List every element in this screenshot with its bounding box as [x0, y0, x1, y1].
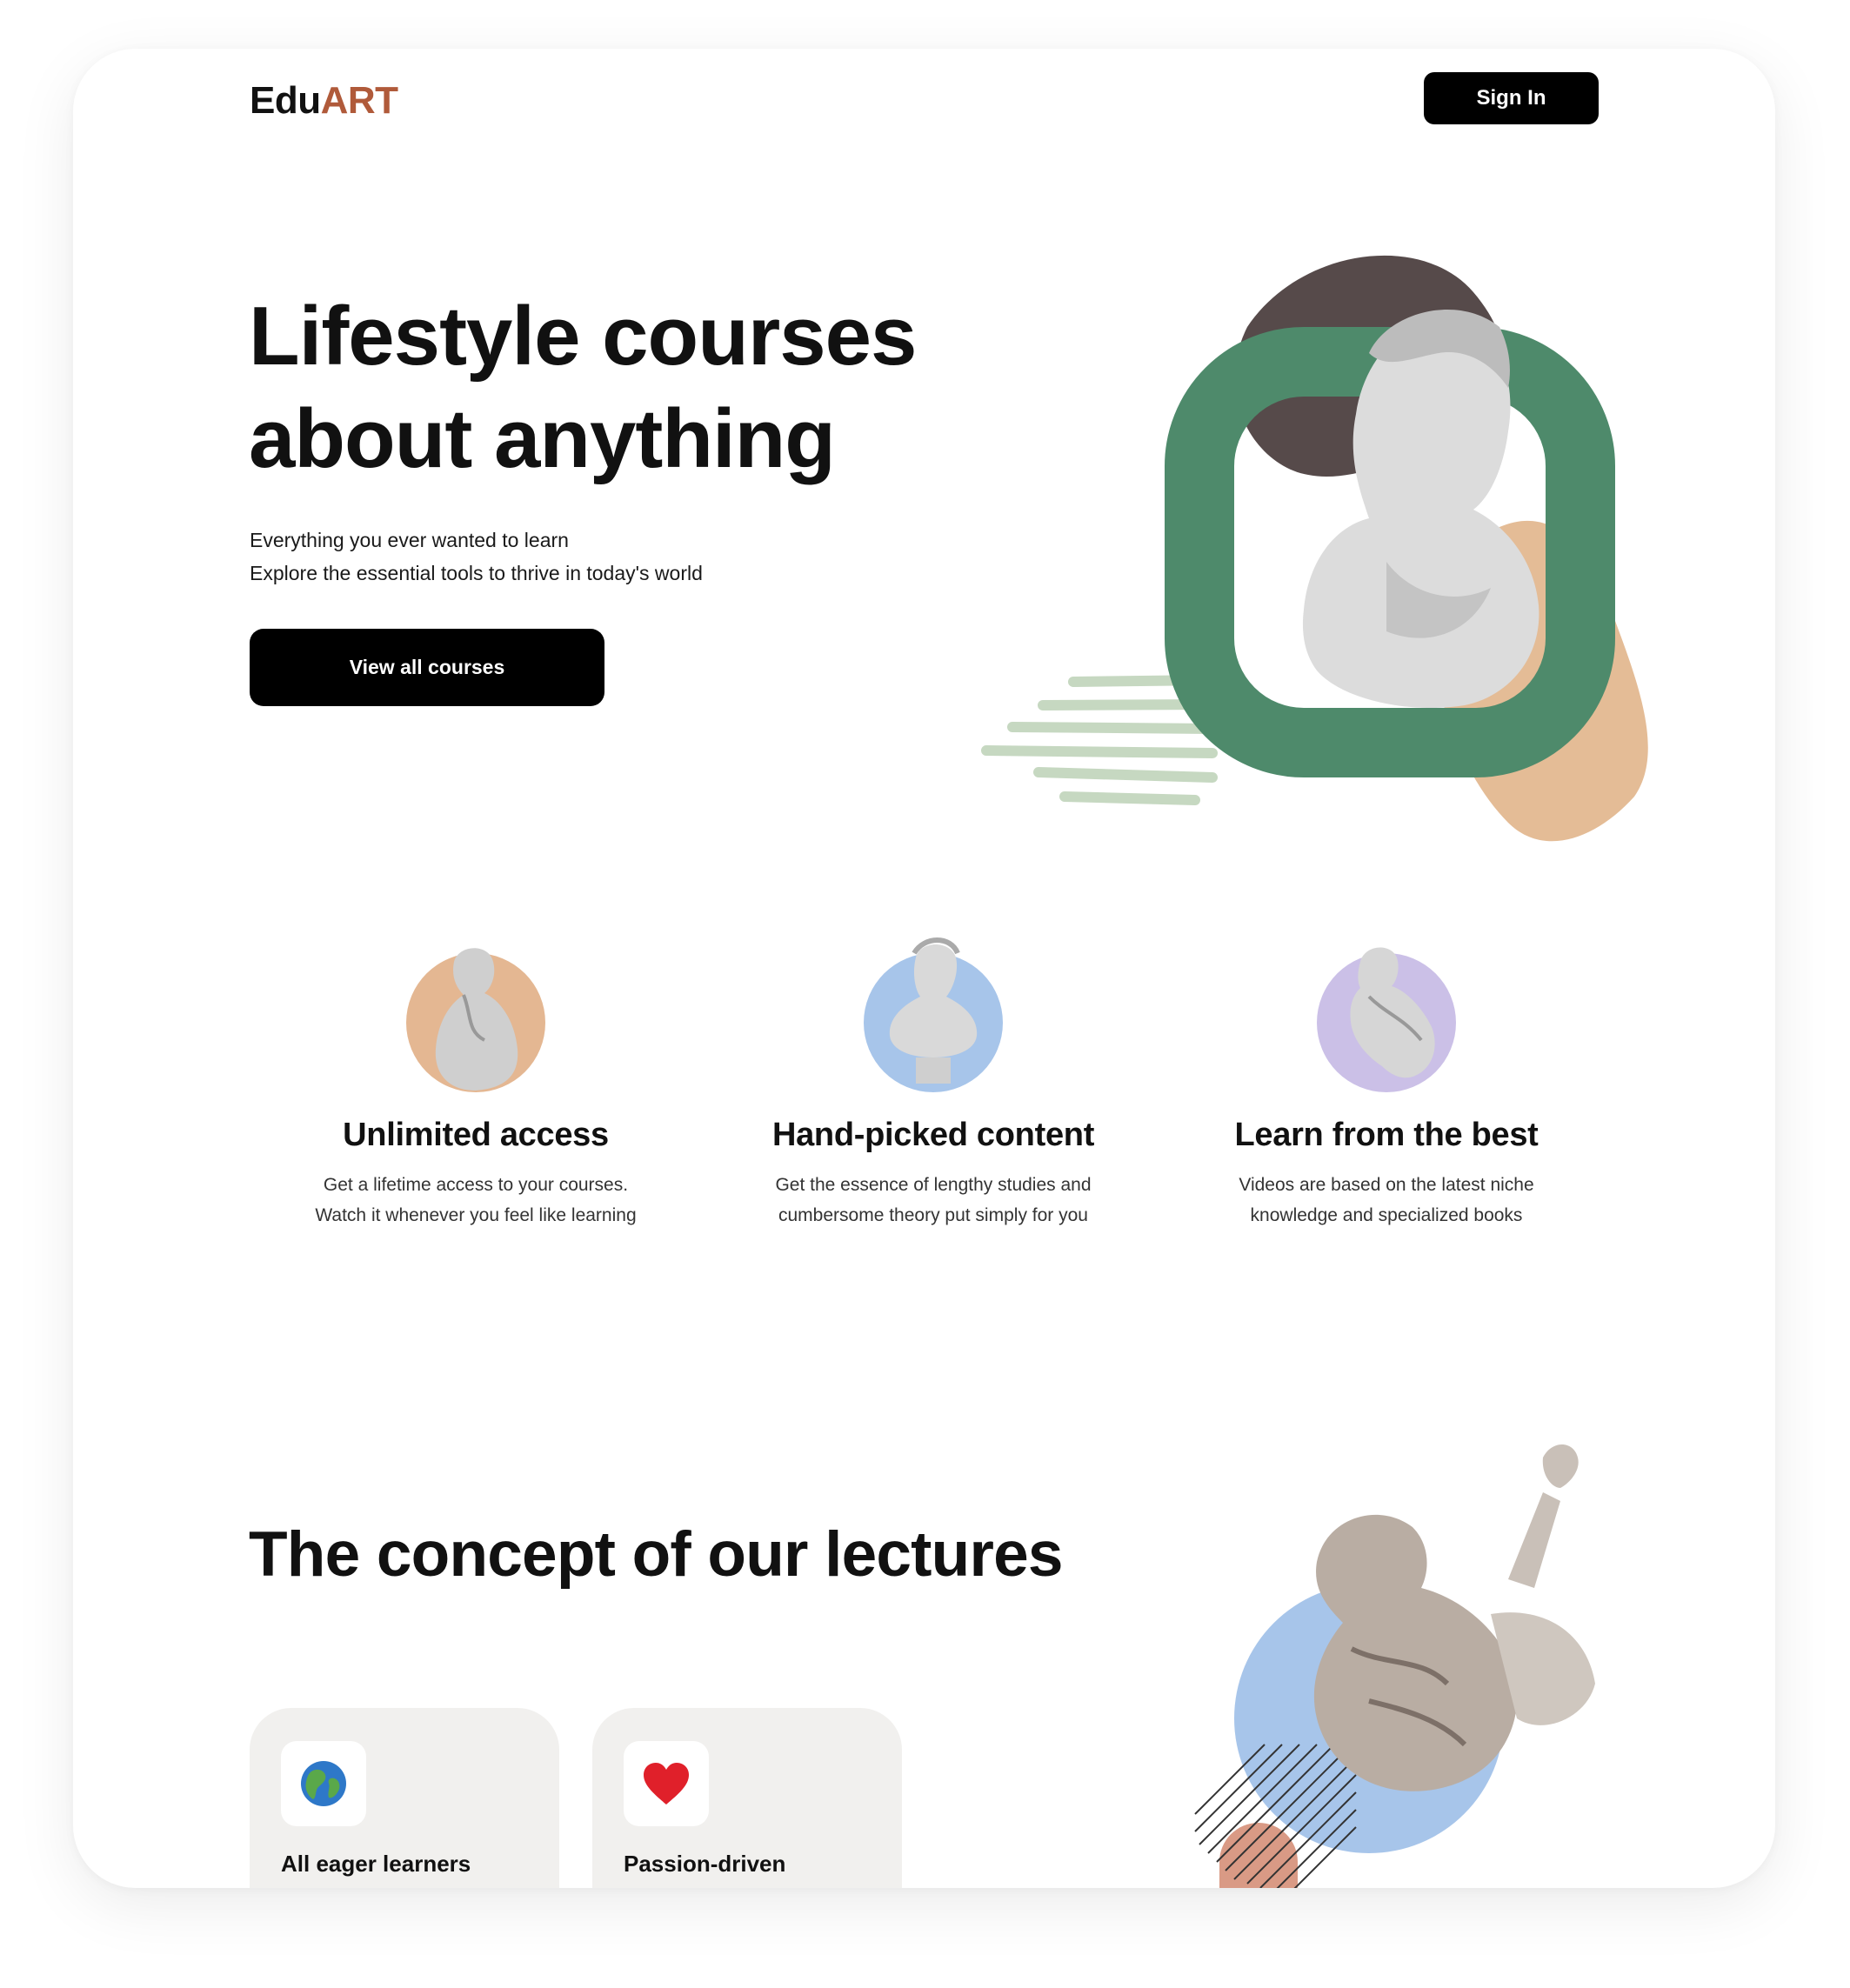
- hero-subtitle-line1: Everything you ever wanted to learn: [250, 529, 569, 551]
- hero-subtitle-line2: Explore the essential tools to thrive in…: [250, 562, 703, 584]
- page-frame: EduART Sign In Lifestyle courses about a…: [73, 49, 1775, 1888]
- feature-title: Hand-picked content: [771, 1117, 1095, 1153]
- bust-pedestal: [916, 1057, 951, 1084]
- reclining-statue-avatar: [1317, 936, 1456, 1092]
- feature-unlimited-access: Unlimited access Get a lifetime access t…: [250, 936, 702, 1231]
- feature-desc-line2: Watch it whenever you feel like learning: [315, 1205, 637, 1225]
- feature-desc-line1: Get a lifetime access to your courses.: [323, 1175, 629, 1195]
- feature-description: Videos are based on the latest niche kno…: [1160, 1170, 1613, 1231]
- card-passion-driven[interactable]: Passion-driven: [592, 1708, 902, 1888]
- card-label: All eager learners: [281, 1851, 471, 1877]
- concept-title: The concept of our lectures: [249, 1519, 1063, 1590]
- logo-art: ART: [320, 79, 398, 122]
- feature-title: Learn from the best: [1234, 1117, 1539, 1153]
- hero-illustration: [981, 255, 1648, 842]
- feature-desc-line2: cumbersome theory put simply for you: [778, 1205, 1088, 1225]
- heart-icon: [624, 1741, 709, 1826]
- feature-learn-from-best: Learn from the best Videos are based on …: [1160, 936, 1613, 1231]
- feature-description: Get the essence of lengthy studies and c…: [707, 1170, 1159, 1231]
- feature-title: Unlimited access: [343, 1117, 609, 1153]
- concept-illustration: [1194, 1444, 1595, 1888]
- feature-desc-line1: Videos are based on the latest niche: [1239, 1175, 1534, 1195]
- logo[interactable]: EduART: [250, 79, 398, 123]
- feature-description: Get a lifetime access to your courses. W…: [250, 1170, 702, 1231]
- thinker-statue-avatar: [406, 936, 545, 1092]
- angel-statue: [1313, 1444, 1595, 1791]
- globe-icon: [281, 1741, 366, 1826]
- feature-desc-line1: Get the essence of lengthy studies and: [775, 1175, 1092, 1195]
- card-label: Passion-driven: [624, 1851, 786, 1877]
- card-all-eager-learners[interactable]: All eager learners: [250, 1708, 559, 1888]
- feature-desc-line2: knowledge and specialized books: [1250, 1205, 1523, 1225]
- view-all-courses-button[interactable]: View all courses: [250, 629, 604, 706]
- hero-subtitle: Everything you ever wanted to learn Expl…: [250, 524, 858, 590]
- feature-hand-picked-content: Hand-picked content Get the essence of l…: [707, 936, 1159, 1231]
- features-section: Unlimited access Get a lifetime access t…: [73, 936, 1775, 1301]
- sign-in-button[interactable]: Sign In: [1424, 72, 1599, 124]
- logo-edu: Edu: [250, 79, 321, 122]
- apollo-bust-avatar: [864, 936, 1003, 1092]
